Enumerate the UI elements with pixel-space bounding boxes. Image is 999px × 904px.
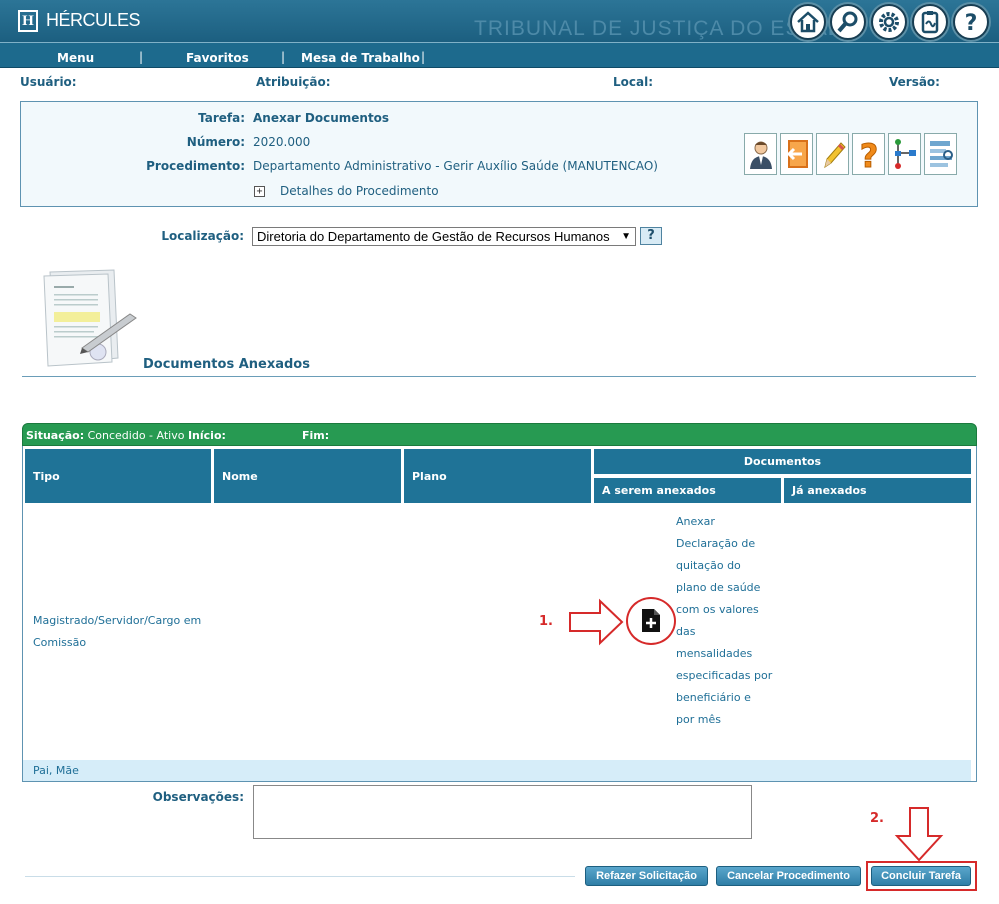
- section-divider: [22, 376, 976, 377]
- doc-line: quitação do: [676, 559, 741, 572]
- fim-label: Fim:: [302, 429, 330, 442]
- annotation-arrow-down-icon: [894, 807, 944, 862]
- exit-icon[interactable]: [780, 133, 813, 175]
- annotation-arrow-right-icon: [569, 598, 624, 646]
- version-label: Versão:: [889, 75, 940, 89]
- menu-bar: Menu | Favoritos | Mesa de Trabalho |: [0, 42, 999, 68]
- observations-label: Observações:: [152, 790, 244, 804]
- situacao-label: Situação:: [26, 429, 85, 442]
- details-label[interactable]: Detalhes do Procedimento: [280, 184, 439, 198]
- location-selected-value: Diretoria do Departamento de Gestão de R…: [257, 229, 610, 244]
- location-help-button[interactable]: ?: [640, 227, 662, 245]
- menu-separator: |: [421, 50, 426, 64]
- doc-line: das: [676, 625, 696, 638]
- doc-line: plano de saúde: [676, 581, 761, 594]
- header-ja-anexados: Já anexados: [784, 478, 971, 503]
- number-label: Número:: [186, 135, 245, 149]
- annotation-step-2: 2.: [870, 811, 884, 826]
- annotation-step-1: 1.: [539, 614, 553, 629]
- menu-item-favoritos[interactable]: Favoritos: [186, 51, 249, 65]
- inicio-label: Início:: [187, 429, 226, 442]
- search-icon[interactable]: [830, 4, 866, 40]
- conclude-task-button[interactable]: Concluir Tarefa: [871, 866, 971, 886]
- status-bar: Situação: Concedido - Ativo Início: Fim:: [22, 423, 977, 446]
- clipboard-icon[interactable]: [912, 4, 948, 40]
- required-document-description: Anexar Declaração de quitação do plano d…: [676, 511, 772, 731]
- task-label: Tarefa:: [198, 111, 245, 125]
- person-icon[interactable]: [744, 133, 777, 175]
- tipo-cell-line1: Magistrado/Servidor/Cargo em: [33, 614, 202, 627]
- location-label: Localização:: [161, 229, 244, 243]
- flowchart-icon[interactable]: [888, 133, 921, 175]
- doc-line: beneficiário e: [676, 691, 751, 704]
- user-label: Usuário:: [20, 75, 77, 89]
- task-value: Anexar Documentos: [253, 111, 390, 125]
- procedure-value: Departamento Administrativo - Gerir Auxí…: [253, 159, 658, 173]
- document-signing-icon: [43, 269, 137, 367]
- local-label: Local:: [613, 75, 654, 89]
- header-nome: Nome: [214, 449, 401, 503]
- gear-icon[interactable]: [871, 4, 907, 40]
- pencil-icon[interactable]: [816, 133, 849, 175]
- dropdown-arrow-icon: ▼: [621, 231, 631, 242]
- redo-request-button[interactable]: Refazer Solicitação: [585, 866, 708, 886]
- beneficiaries-row: Pai, Mãe: [23, 760, 971, 781]
- list-icon[interactable]: [924, 133, 957, 175]
- menu-item-menu[interactable]: Menu: [57, 51, 94, 65]
- header-documentos: Documentos: [594, 449, 971, 474]
- observations-textarea[interactable]: [253, 785, 752, 839]
- svg-text:?: ?: [859, 137, 878, 171]
- help-icon[interactable]: ?: [953, 4, 989, 40]
- details-expand-toggle[interactable]: +: [254, 186, 265, 197]
- doc-line: Anexar: [676, 515, 715, 528]
- top-header: H HÉRCULES TRIBUNAL DE JUSTIÇA DO ESTADO…: [0, 0, 999, 42]
- home-icon[interactable]: [790, 4, 826, 40]
- header-tipo: Tipo: [25, 449, 211, 503]
- question-icon[interactable]: ?: [852, 133, 885, 175]
- doc-line: por mês: [676, 713, 721, 726]
- menu-item-mesa-de-trabalho[interactable]: Mesa de Trabalho: [301, 51, 420, 65]
- situacao-value: Concedido - Ativo: [87, 429, 185, 442]
- location-select[interactable]: Diretoria do Departamento de Gestão de R…: [252, 227, 636, 246]
- header-plano: Plano: [404, 449, 591, 503]
- app-name: HÉRCULES: [46, 10, 141, 30]
- number-value: 2020.000: [253, 135, 311, 149]
- annotation-circle: [626, 597, 676, 645]
- doc-line: com os valores: [676, 603, 759, 616]
- bottom-divider: [25, 876, 575, 877]
- role-label: Atribuição:: [256, 75, 331, 89]
- hercules-logo: H: [18, 10, 38, 32]
- tipo-cell-line2: Comissão: [33, 636, 87, 649]
- header-a-serem-anexados: A serem anexados: [594, 478, 781, 503]
- documents-section-title: Documentos Anexados: [143, 357, 310, 372]
- menu-separator: |: [139, 50, 144, 64]
- svg-text:?: ?: [965, 11, 978, 35]
- procedure-label: Procedimento:: [146, 159, 245, 173]
- doc-line: mensalidades: [676, 647, 753, 660]
- doc-line: especificadas por: [676, 669, 773, 682]
- doc-line: Declaração de: [676, 537, 756, 550]
- menu-separator: |: [281, 50, 286, 64]
- cancel-procedure-button[interactable]: Cancelar Procedimento: [716, 866, 861, 886]
